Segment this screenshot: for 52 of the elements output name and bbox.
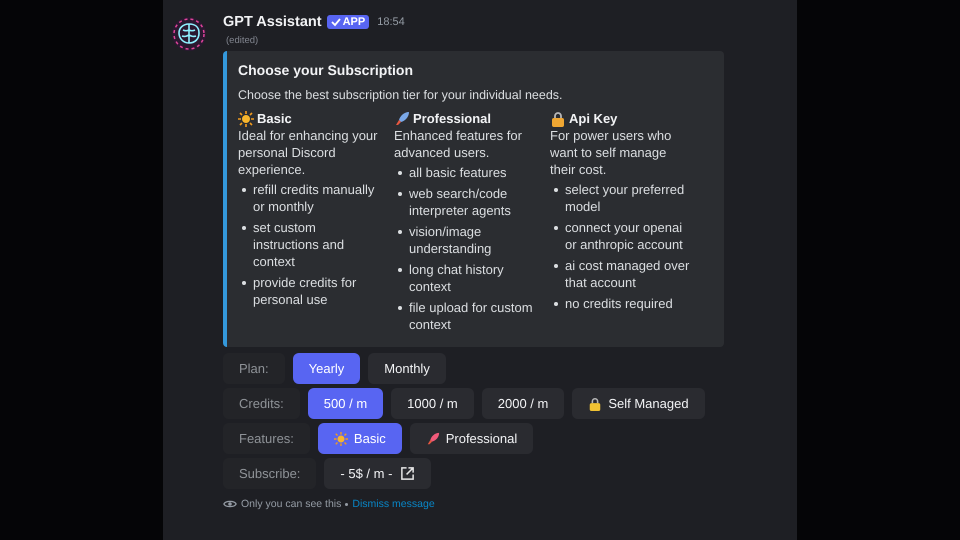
bullet-icon [554, 302, 558, 306]
tier-description: Ideal for enhancing your personal Discord experience. [238, 127, 378, 178]
dismiss-link[interactable]: Dismiss message [352, 498, 435, 510]
rocket-icon [426, 432, 440, 446]
bullet-icon [398, 230, 402, 234]
row-label: Plan: [223, 353, 285, 384]
rocket-icon [394, 110, 410, 126]
app-badge: APP [326, 15, 370, 29]
bullet-icon [242, 226, 246, 230]
row-label: Credits: [223, 388, 300, 419]
bullet-icon [398, 306, 402, 310]
embed-description: Choose the best subscription tier for your individual needs. [238, 88, 564, 102]
bullet-icon [398, 171, 402, 175]
external-link-icon [400, 466, 416, 481]
feature-item: file upload for custom context [409, 299, 534, 333]
ephemeral-note: Only you can see this [241, 498, 342, 510]
separator-dot-icon [345, 502, 348, 506]
row-label: Features: [223, 423, 310, 454]
feature-item: all basic features [409, 164, 507, 181]
feature-item: no credits required [565, 295, 673, 312]
feature-item: provide credits for personal use [253, 274, 358, 308]
sun-icon [238, 110, 254, 126]
option-button[interactable]: 500 / m [308, 388, 384, 419]
author-name[interactable]: GPT Assistant [223, 14, 322, 30]
option-button[interactable]: 2000 / m [482, 388, 564, 419]
bullet-icon [398, 268, 402, 272]
bullet-icon [554, 264, 558, 268]
sun-icon [334, 432, 348, 446]
tier-name: Professional [413, 110, 492, 127]
lock-icon [550, 110, 566, 126]
option-button[interactable]: Professional [410, 423, 534, 454]
bullet-icon [242, 281, 246, 285]
tier-description: For power users who want to self manage their cost. [550, 127, 672, 178]
tier-description: Enhanced features for advanced users. [394, 127, 523, 161]
embed-title: Choose your Subscription [238, 62, 414, 78]
option-button[interactable]: Yearly [292, 353, 360, 384]
lock-icon [588, 396, 602, 410]
timestamp: 18:54 [377, 16, 405, 28]
tier-name: Api Key [569, 110, 618, 127]
option-button[interactable]: Self Managed [572, 388, 705, 419]
bullet-icon [554, 188, 558, 192]
bullet-icon [554, 226, 558, 230]
row-label: Subscribe: [223, 458, 316, 489]
option-button[interactable]: 1000 / m [391, 388, 474, 419]
tier-name: Basic [257, 110, 292, 127]
option-button[interactable]: Monthly [368, 353, 446, 384]
brain-avatar-icon[interactable] [171, 16, 207, 52]
option-button[interactable]: Basic [318, 423, 402, 454]
edited-label: (edited) [226, 35, 260, 46]
option-button[interactable]: - 5$ / m - [324, 458, 432, 489]
bullet-icon [398, 192, 402, 196]
bullet-icon [242, 188, 246, 192]
